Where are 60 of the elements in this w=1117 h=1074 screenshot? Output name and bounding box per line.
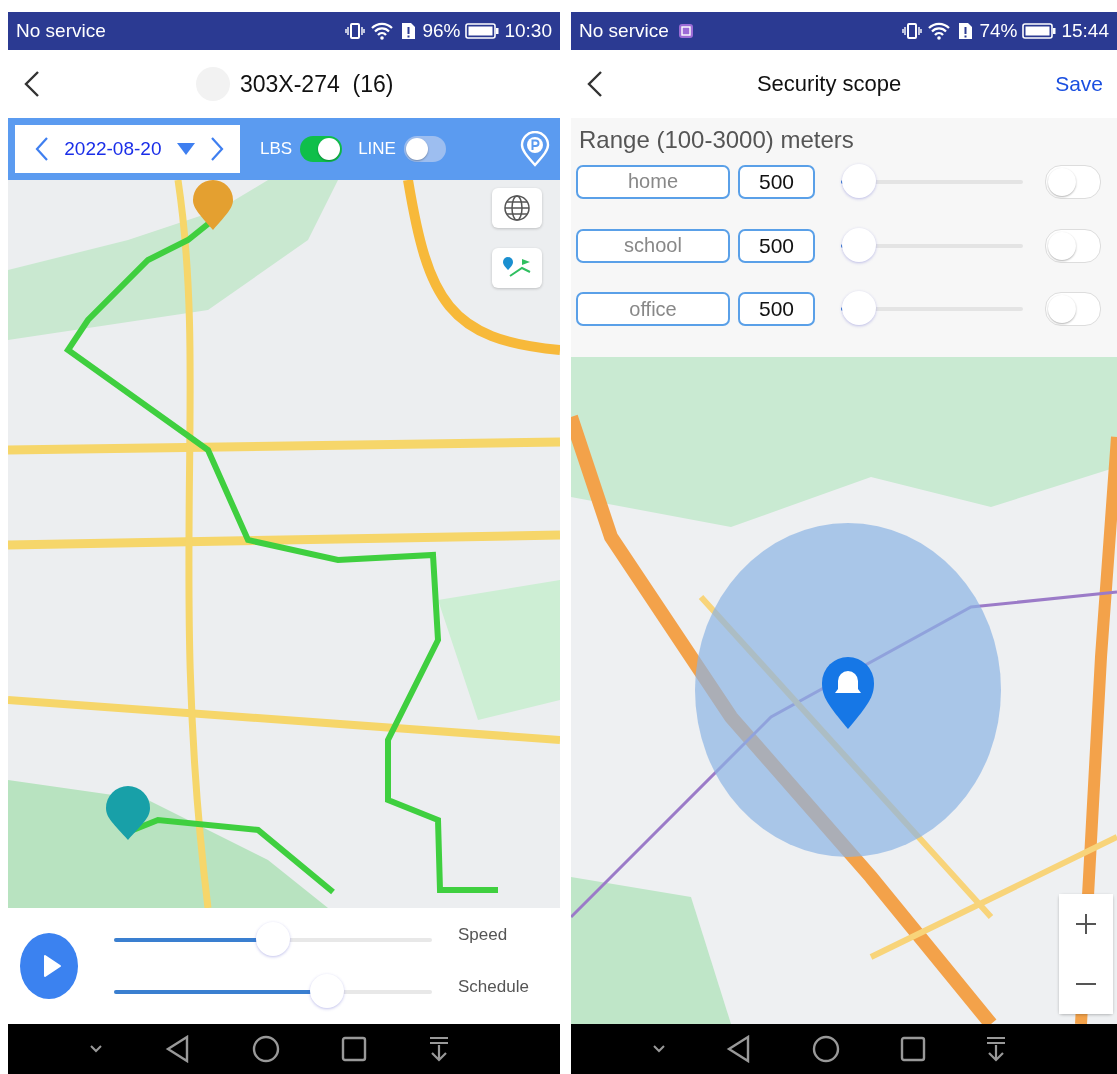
carrier-text: No service [579, 20, 669, 42]
radius-field[interactable]: 500 [738, 164, 815, 199]
parking-pin-icon[interactable] [520, 131, 550, 167]
play-icon [42, 954, 62, 978]
recents-icon[interactable] [899, 1036, 926, 1062]
vibrate-icon [902, 21, 923, 41]
wifi-icon [370, 21, 395, 41]
zone-name-field[interactable]: school [576, 228, 730, 263]
route-icon [502, 256, 532, 280]
chevron-down-icon[interactable] [88, 1044, 105, 1054]
battery-icon [465, 22, 500, 40]
sim-alert-icon [399, 21, 418, 41]
slider-thumb[interactable] [842, 227, 877, 262]
radius-field[interactable]: 500 [738, 228, 815, 263]
previous-icon[interactable] [35, 136, 49, 162]
chevron-down-icon[interactable] [650, 1044, 667, 1054]
slider-thumb[interactable] [310, 974, 345, 1008]
screen-title: Security scope [755, 71, 903, 97]
slider-thumb[interactable] [842, 291, 877, 326]
date-picker[interactable]: 2022-08-20 [15, 125, 240, 173]
zoom-in-button[interactable] [1059, 894, 1113, 954]
recents-icon[interactable] [340, 1036, 367, 1062]
zone-name-field[interactable]: home [576, 164, 730, 199]
radius-field[interactable]: 500 [738, 292, 815, 327]
range-label: Range (100-3000) meters [579, 126, 855, 154]
clock-text: 15:44 [1061, 20, 1109, 42]
battery-percent: 96% [422, 20, 461, 42]
map-layer-button[interactable] [492, 188, 542, 228]
toggle-switch[interactable] [403, 136, 446, 162]
carrier-text: No service [16, 20, 106, 42]
save-button[interactable]: Save [1055, 68, 1103, 100]
battery-icon [1022, 22, 1057, 40]
globe-icon [503, 194, 531, 222]
toggle-switch[interactable] [1045, 164, 1101, 199]
notification-pull-icon[interactable] [427, 1036, 450, 1062]
vibrate-icon [345, 21, 366, 41]
clock-text: 10:30 [504, 20, 552, 42]
toggle-switch[interactable] [1045, 292, 1101, 327]
device-title: 303X-274 (16) [240, 70, 394, 98]
home-icon[interactable] [252, 1035, 280, 1063]
wifi-icon [927, 21, 952, 41]
minus-icon [1075, 982, 1097, 986]
plus-icon [1075, 913, 1097, 935]
next-icon[interactable] [210, 136, 224, 162]
slider-thumb[interactable] [842, 163, 877, 198]
toggle-label: LBS [260, 139, 293, 159]
dropdown-icon[interactable] [176, 143, 195, 155]
toggle-switch[interactable] [1045, 228, 1101, 263]
notification-pull-icon[interactable] [985, 1036, 1008, 1062]
slider-thumb[interactable] [256, 922, 290, 956]
route-button[interactable] [492, 248, 542, 288]
zone-name-field[interactable]: office [576, 292, 730, 327]
slider-label: Schedule [458, 977, 529, 997]
battery-percent: 74% [979, 20, 1018, 42]
toggle-label: LINE [358, 139, 396, 159]
date-text: 2022-08-20 [64, 138, 162, 160]
home-icon[interactable] [812, 1035, 840, 1063]
sim-alert-icon [956, 21, 975, 41]
toggle-switch[interactable] [300, 136, 343, 162]
slider-label: Speed [458, 925, 508, 945]
